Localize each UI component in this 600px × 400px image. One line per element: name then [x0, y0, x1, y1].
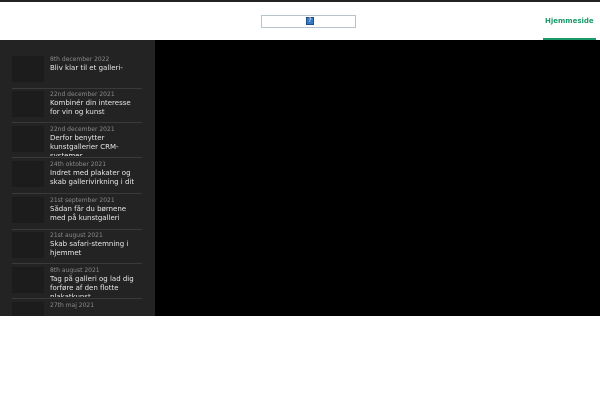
post-date: 21st august 2021 [50, 232, 103, 239]
post-date: 21st september 2021 [50, 197, 115, 204]
post-title[interactable]: Kombinér din interesse for vin og kunst [50, 99, 142, 117]
post-item[interactable]: 21st september 2021 Sådan får du børnene… [12, 197, 142, 230]
post-thumbnail[interactable] [12, 56, 44, 82]
main-content-area [155, 40, 600, 316]
post-title[interactable]: Skab safari-stemning i hjemmet [50, 240, 142, 258]
post-item[interactable]: 24th oktober 2021 Indret med plakater og… [12, 161, 142, 194]
post-date: 8th august 2021 [50, 267, 100, 274]
nav-item-home[interactable]: Hjemmeside [543, 2, 596, 40]
post-date: 22nd december 2021 [50, 126, 115, 133]
post-item[interactable]: 21st august 2021 Skab safari-stemning i … [12, 232, 142, 264]
search-icon[interactable]: ? [306, 17, 314, 25]
post-item[interactable]: 22nd december 2021 Kombinér din interess… [12, 91, 142, 123]
post-thumbnail[interactable] [12, 197, 44, 223]
post-thumbnail[interactable] [12, 232, 44, 258]
post-thumbnail[interactable] [12, 126, 44, 152]
post-thumbnail[interactable] [12, 302, 44, 316]
post-thumbnail[interactable] [12, 161, 44, 187]
post-item[interactable]: 8th december 2022 Bliv klar til et galle… [12, 56, 142, 89]
post-date: 27th maj 2021 [50, 302, 95, 309]
site-header: ? HjemmesideK [0, 2, 600, 40]
post-date: 24th oktober 2021 [50, 161, 107, 168]
post-title[interactable]: Tag på galleri og lad dig forføre af den… [50, 275, 142, 297]
post-thumbnail[interactable] [12, 91, 44, 117]
post-thumbnail[interactable] [12, 267, 44, 293]
post-item[interactable]: 8th august 2021 Tag på galleri og lad di… [12, 267, 142, 299]
post-title[interactable]: Indret med plakater og skab gallerivirkn… [50, 169, 142, 187]
post-item[interactable]: 27th maj 2021 [12, 302, 142, 316]
post-title[interactable]: Derfor benytter kunstgallerier CRM-syste… [50, 134, 142, 156]
main-nav: HjemmesideK [543, 2, 600, 40]
post-item[interactable]: 22nd december 2021 Derfor benytter kunst… [12, 126, 142, 158]
post-date: 22nd december 2021 [50, 91, 115, 98]
recent-posts-sidebar: 8th december 2022 Bliv klar til et galle… [0, 40, 155, 316]
post-title[interactable]: Bliv klar til et galleri-cruise [50, 64, 142, 73]
post-date: 8th december 2022 [50, 56, 110, 63]
search-input[interactable]: ? [261, 15, 356, 28]
post-title[interactable]: Sådan får du børnene med på kunstgalleri [50, 205, 142, 223]
